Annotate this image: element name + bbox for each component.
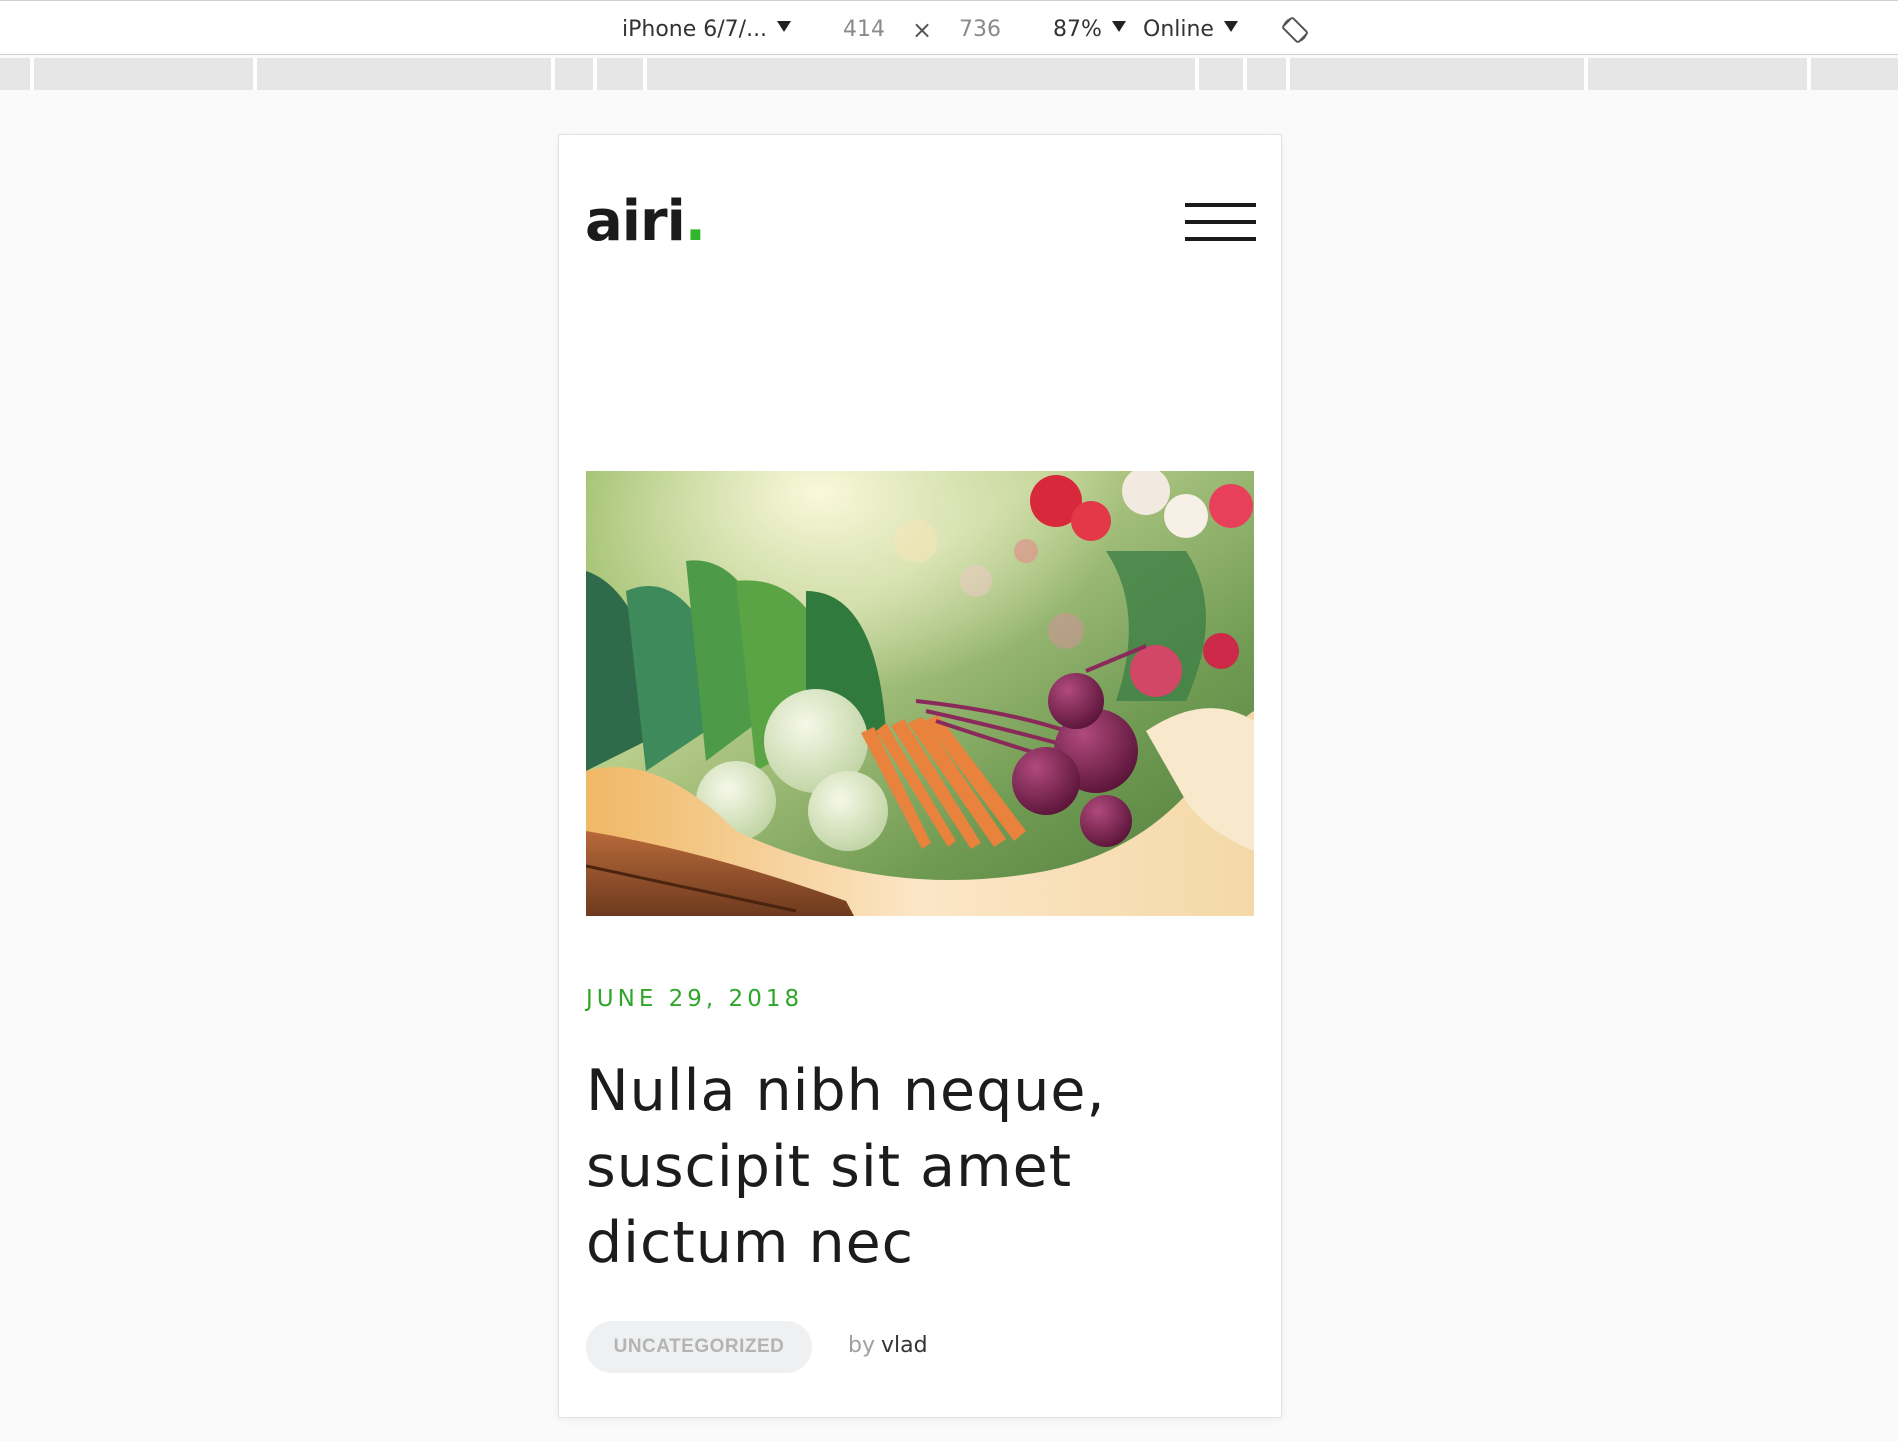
logo-text: airi bbox=[585, 189, 686, 254]
network-throttle-select[interactable]: Online bbox=[1143, 15, 1238, 45]
zoom-select[interactable]: 87% bbox=[1053, 15, 1126, 45]
chevron-down-icon bbox=[1223, 21, 1238, 32]
media-query-ruler[interactable] bbox=[0, 58, 1898, 90]
author-link[interactable]: vlad bbox=[881, 1333, 928, 1358]
chevron-down-icon bbox=[1111, 21, 1126, 32]
featured-image[interactable] bbox=[586, 471, 1254, 916]
device-select[interactable]: iPhone 6/7/... bbox=[622, 15, 792, 45]
chevron-down-icon bbox=[777, 21, 792, 32]
rotate-device-icon[interactable] bbox=[1280, 15, 1310, 45]
byline-label: by bbox=[848, 1333, 875, 1358]
viewport-width-input[interactable]: 414 bbox=[843, 15, 885, 45]
viewport-height-input[interactable]: 736 bbox=[959, 15, 1001, 45]
logo-dot: . bbox=[684, 189, 706, 254]
dimension-separator: × bbox=[912, 16, 933, 44]
post-byline: by vlad bbox=[848, 1331, 928, 1361]
category-badge[interactable]: UNCATEGORIZED bbox=[586, 1321, 812, 1373]
emulated-viewport: airi. JUNE 29, 2018 Nulla nibh neque, su… bbox=[559, 135, 1281, 1417]
hamburger-icon[interactable] bbox=[1185, 203, 1256, 245]
post-date[interactable]: JUNE 29, 2018 bbox=[586, 984, 803, 1014]
post-title[interactable]: Nulla nibh neque, suscipit sit amet dict… bbox=[586, 1053, 1226, 1281]
network-select-label: Online bbox=[1143, 17, 1214, 42]
site-logo[interactable]: airi. bbox=[585, 187, 706, 257]
zoom-select-label: 87% bbox=[1053, 17, 1102, 42]
device-toolbar: iPhone 6/7/... 414 × 736 87% Online bbox=[0, 0, 1898, 55]
device-select-label: iPhone 6/7/... bbox=[622, 17, 768, 42]
